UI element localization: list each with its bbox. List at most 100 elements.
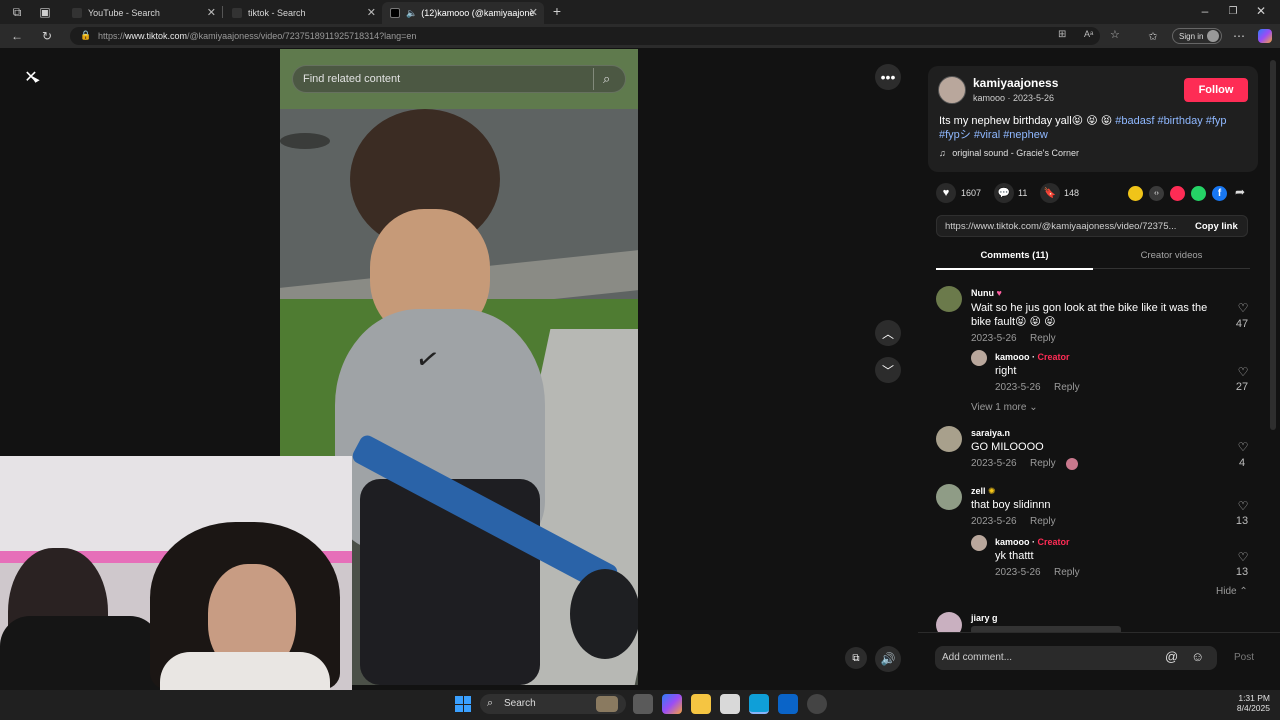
more-options-icon[interactable]: ••• <box>875 64 901 90</box>
reply-button[interactable]: Reply <box>1030 458 1056 469</box>
comment-username[interactable]: jiary g <box>971 613 998 623</box>
reply-button[interactable]: Reply <box>1054 382 1080 393</box>
minimize-icon[interactable]: – <box>1198 4 1212 18</box>
reply-button[interactable]: Reply <box>1030 516 1056 527</box>
file-explorer-icon[interactable] <box>691 694 711 714</box>
comment-like-icon[interactable]: ♡ <box>1235 365 1251 379</box>
author-username[interactable]: kamiyaajoness <box>973 76 1058 90</box>
comment-text: Wait so he jus gon look at the bike like… <box>971 302 1208 328</box>
copilot-icon[interactable] <box>1258 29 1272 43</box>
coins-gift-icon[interactable] <box>1128 186 1143 201</box>
caption-hashtags[interactable]: #fypシ #viral #nephew <box>939 129 1048 141</box>
tab-comments[interactable]: Comments (11) <box>936 250 1093 261</box>
comment-username[interactable]: saraiya.n <box>971 428 1010 438</box>
comment-username[interactable]: Nunu ♥ <box>971 288 1002 298</box>
reply-button[interactable]: Reply <box>1030 333 1056 344</box>
favorites-icon[interactable]: ✩ <box>1146 29 1160 43</box>
tab-actions-icon[interactable]: ▣ <box>38 5 52 19</box>
embed-code-icon[interactable]: ‹› <box>1149 186 1164 201</box>
edge-icon[interactable] <box>749 694 769 714</box>
youtube-favicon-icon <box>72 8 82 18</box>
previous-video-icon[interactable]: ︿ <box>875 320 901 346</box>
outlook-icon[interactable] <box>778 694 798 714</box>
new-tab-icon[interactable]: + <box>550 3 564 19</box>
view-more-replies[interactable]: View 1 more ⌄ <box>971 402 1038 413</box>
more-menu-icon[interactable]: ⋯ <box>1232 29 1246 43</box>
address-bar[interactable]: 🔒 https://www.tiktok.com/@kamiyaajoness/… <box>70 27 1120 45</box>
tab-tiktok-search[interactable]: tiktok - Search ✕ <box>224 2 382 24</box>
favorite-star-icon[interactable]: ☆ <box>1110 28 1120 41</box>
back-icon[interactable]: ← <box>10 29 24 43</box>
comment-like-icon[interactable]: ♡ <box>1235 301 1251 315</box>
signin-button[interactable]: Sign in <box>1172 28 1222 44</box>
comment-username[interactable]: kamooo · Creator <box>995 352 1070 362</box>
commenter-avatar[interactable] <box>936 484 962 510</box>
commenter-avatar[interactable] <box>971 535 987 551</box>
reply-button[interactable]: Reply <box>1054 567 1080 578</box>
share-arrow-icon[interactable]: ➦ <box>1235 185 1245 199</box>
author-avatar[interactable] <box>938 76 966 104</box>
side-panel-scrollbar[interactable] <box>1270 60 1276 430</box>
commenter-avatar[interactable] <box>971 350 987 366</box>
close-tab-icon[interactable]: ✕ <box>207 6 216 19</box>
share-link-box: https://www.tiktok.com/@kamiyaajoness/vi… <box>936 215 1248 237</box>
refresh-icon[interactable]: ↻ <box>40 29 54 43</box>
mini-player-icon[interactable]: ⧉ <box>845 647 867 669</box>
post-comment-button[interactable]: Post <box>1234 652 1254 663</box>
next-video-icon[interactable]: ﹀ <box>875 357 901 383</box>
mention-icon[interactable]: @ <box>1165 649 1178 664</box>
send-to-friends-icon[interactable] <box>1170 186 1185 201</box>
lock-icon[interactable]: 🔒 <box>80 30 91 41</box>
commenter-avatar[interactable] <box>936 426 962 452</box>
close-tab-icon[interactable]: ✕ <box>367 6 376 19</box>
start-windows-icon[interactable] <box>455 696 471 712</box>
copilot-taskbar-icon[interactable] <box>662 694 682 714</box>
follow-button[interactable]: Follow <box>1184 78 1248 102</box>
comment-icon[interactable]: 💬 <box>994 183 1014 203</box>
workspaces-icon[interactable]: ⧉ <box>10 5 24 19</box>
tab-creator-videos[interactable]: Creator videos <box>1093 250 1250 261</box>
close-tab-icon[interactable]: ✕ <box>529 6 538 19</box>
close-window-icon[interactable]: ✕ <box>1254 4 1268 18</box>
close-viewer-icon[interactable]: ✕ <box>20 66 42 88</box>
emoji-icon[interactable]: ☺ <box>1191 649 1204 664</box>
add-comment-input[interactable]: Add comment... @ ☺ <box>935 646 1217 670</box>
signin-label: Sign in <box>1179 31 1204 41</box>
related-search-placeholder: Find related content <box>303 73 401 85</box>
caption-hashtags[interactable]: #badasf #birthday #fyp <box>1115 115 1226 127</box>
speaker-icon[interactable]: 🔈 <box>406 8 417 19</box>
copy-link-button[interactable]: Copy link <box>1195 221 1238 232</box>
taskbar-search[interactable]: ⌕ Search <box>480 694 626 714</box>
comment-like-icon[interactable]: ♡ <box>1235 440 1251 454</box>
comments-list: Nunu ♥ Wait so he jus gon look at the bi… <box>928 272 1278 632</box>
like-heart-icon[interactable]: ♥ <box>936 183 956 203</box>
commenter-avatar[interactable] <box>936 612 962 632</box>
search-divider <box>593 68 594 90</box>
commenter-avatar[interactable] <box>936 286 962 312</box>
comment-text: that boy slidinnn <box>971 499 1051 511</box>
task-view-icon[interactable] <box>633 694 653 714</box>
store-icon[interactable] <box>720 694 740 714</box>
related-search-input[interactable]: Find related content ⌕ <box>292 65 626 93</box>
whatsapp-icon[interactable] <box>1191 186 1206 201</box>
comment-username[interactable]: zell ✺ <box>971 486 996 497</box>
hide-replies[interactable]: Hide ⌃ <box>1216 586 1248 597</box>
system-clock[interactable]: 1:31 PM 8/4/2025 <box>1228 693 1270 713</box>
bookmark-icon[interactable]: 🔖 <box>1040 183 1060 203</box>
search-icon[interactable]: ⌕ <box>603 71 610 87</box>
comment-like-icon[interactable]: ♡ <box>1235 499 1251 513</box>
facebook-icon[interactable]: f <box>1212 186 1227 201</box>
read-aloud-icon[interactable]: Aᵃ <box>1084 29 1093 39</box>
clock-date: 8/4/2025 <box>1236 703 1270 713</box>
sound-link[interactable]: ♫ original sound - Gracie's Corner <box>939 148 1079 158</box>
creator-badge: Creator <box>1037 537 1070 547</box>
tab-tiktok-video[interactable]: 🔈 (12)kamooo (@kamiyaajonе ✕ <box>382 2 544 24</box>
tab-youtube-search[interactable]: YouTube - Search ✕ <box>64 2 222 24</box>
comment-username[interactable]: kamooo · Creator <box>995 537 1070 547</box>
app-icon[interactable] <box>807 694 827 714</box>
translate-icon[interactable]: ⊞ <box>1058 29 1066 40</box>
share-url[interactable]: https://www.tiktok.com/@kamiyaajoness/vi… <box>945 221 1185 232</box>
comment-like-icon[interactable]: ♡ <box>1235 550 1251 564</box>
restore-icon[interactable]: ❐ <box>1226 4 1240 18</box>
volume-icon[interactable]: 🔊 <box>875 646 901 672</box>
